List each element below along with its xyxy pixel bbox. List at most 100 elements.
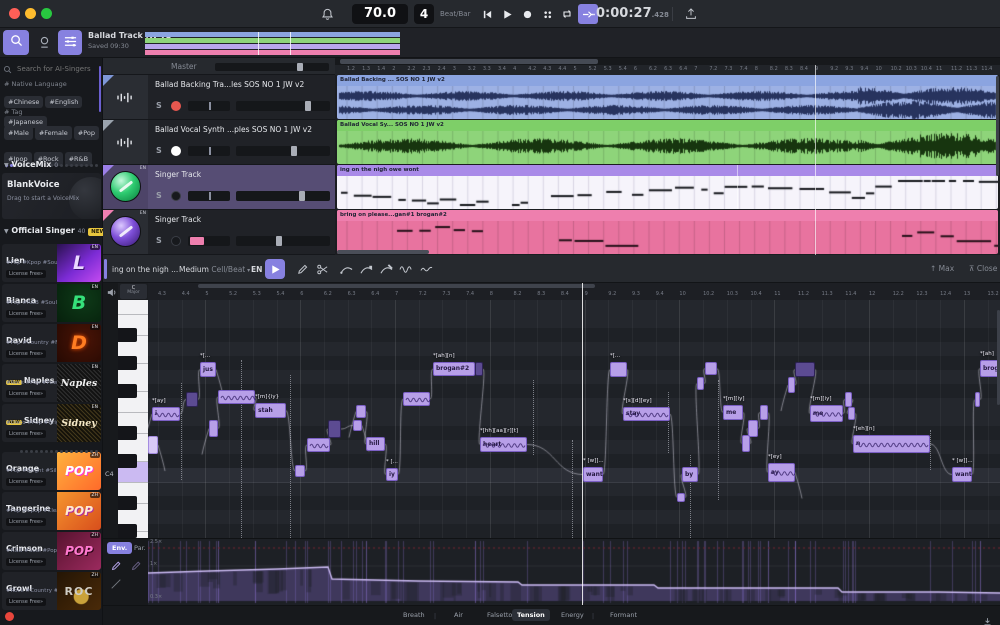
clip-track-2[interactable]: Ballad Vocal Sy... SOS NO 1 JW v2 xyxy=(337,120,998,164)
param-anchor-pen-icon[interactable] xyxy=(129,559,143,573)
arrangement-bottom-scroll-thumb[interactable] xyxy=(337,250,429,254)
singer-card-tangerine[interactable]: Tangerine#Pop #Cpop #CleaLicense Free»PO… xyxy=(2,492,101,530)
pencil-tool-button[interactable] xyxy=(292,259,312,279)
close-editor-button[interactable]: ⊼ Close xyxy=(969,264,997,273)
midi-note[interactable]: me xyxy=(810,405,843,422)
solo-button[interactable]: S xyxy=(156,146,162,155)
tempo-value[interactable]: 70.0 xyxy=(352,4,408,24)
tag-chip[interactable]: #Pop xyxy=(74,126,99,140)
arrangement-ruler[interactable]: 1.21.31.422.22.32.433.23.33.444.24.34.45… xyxy=(335,65,1000,75)
midi-note[interactable] xyxy=(705,362,717,375)
piano-keyboard[interactable] xyxy=(118,300,148,538)
arrangement-v-scroll-thumb[interactable] xyxy=(996,76,999,176)
piano-roll-grid[interactable]: i*[ay]jus*[...stah*[m]{iy}hilliy* [...br… xyxy=(148,300,1000,538)
midi-note[interactable]: stay xyxy=(623,407,670,421)
volume-thumb[interactable] xyxy=(291,146,297,156)
singer-search-input[interactable] xyxy=(15,64,95,74)
midi-note[interactable] xyxy=(788,377,795,393)
grid-button[interactable] xyxy=(538,4,556,24)
pan-slider[interactable] xyxy=(188,146,230,156)
roll-h-scroll-thumb[interactable] xyxy=(198,284,595,288)
language-tag-chip[interactable]: #Chinese xyxy=(4,96,43,108)
sidebar-scrollbar-thumb[interactable] xyxy=(99,66,101,112)
midi-note[interactable] xyxy=(845,392,852,407)
master-volume-slider[interactable] xyxy=(215,63,329,71)
black-key[interactable] xyxy=(118,524,137,538)
play-button[interactable] xyxy=(498,4,516,24)
minimize-window-button[interactable] xyxy=(25,8,36,19)
midi-note[interactable]: stah xyxy=(255,403,286,418)
search-bar[interactable] xyxy=(3,62,97,76)
black-key[interactable] xyxy=(118,328,137,342)
record-panel-icon[interactable] xyxy=(32,30,56,55)
midi-note[interactable] xyxy=(748,420,758,437)
track-header-row[interactable]: ENSinger TrackS xyxy=(103,165,335,210)
midi-note[interactable] xyxy=(475,362,483,376)
midi-note[interactable]: me xyxy=(723,405,743,420)
loop-button[interactable] xyxy=(558,4,576,24)
song-overview-strip[interactable] xyxy=(145,32,400,55)
param-tab-tension[interactable]: Tension xyxy=(512,609,550,621)
black-key[interactable] xyxy=(118,356,137,370)
zoom-window-button[interactable] xyxy=(41,8,52,19)
maximize-editor-button[interactable]: ↑ Max xyxy=(930,264,954,273)
clip-track-4[interactable]: bring on please...gan#1 brogan#2 xyxy=(337,210,998,254)
midi-note[interactable] xyxy=(356,405,366,418)
official-singer-header[interactable]: ▼ Official Singer 40 NEW 8 xyxy=(4,226,114,235)
pan-slider[interactable] xyxy=(188,191,230,201)
tag-chip[interactable]: #Male xyxy=(4,126,33,140)
pitch-hold-tool-button[interactable] xyxy=(356,259,376,279)
track-list-button[interactable] xyxy=(58,30,82,55)
beats-per-bar-value[interactable]: 4 xyxy=(414,4,434,24)
export-icon[interactable] xyxy=(682,5,700,23)
singer-card-lien[interactable]: Lien#Pop #Kpop #Soul #License Free»LEN xyxy=(2,244,101,282)
pitch-pen-tool-button[interactable] xyxy=(336,259,356,279)
midi-note[interactable]: i xyxy=(152,407,180,421)
record-button[interactable] xyxy=(518,4,536,24)
singer-card-bianca[interactable]: Bianca#Pop #R&B #Soul #License Free»BEN xyxy=(2,284,101,322)
midi-note[interactable]: heart xyxy=(480,437,527,452)
midi-note[interactable]: iy xyxy=(386,468,398,481)
pagination-dots[interactable] xyxy=(4,438,100,457)
midi-note[interactable] xyxy=(742,435,750,452)
clip-header[interactable] xyxy=(337,165,998,176)
param-line-icon[interactable] xyxy=(109,577,123,591)
volume-thumb[interactable] xyxy=(299,191,305,201)
track-header-row[interactable]: Ballad Backing Tra...les SOS NO 1 JW v2S xyxy=(103,75,335,120)
midi-note[interactable] xyxy=(295,465,305,477)
midi-note[interactable] xyxy=(353,420,362,431)
midi-note[interactable] xyxy=(610,362,627,377)
volume-slider[interactable] xyxy=(236,146,330,156)
mute-dot[interactable] xyxy=(171,146,181,156)
midi-note[interactable] xyxy=(186,392,198,407)
midi-note[interactable] xyxy=(760,405,768,420)
mute-dot[interactable] xyxy=(171,101,181,111)
pointer-tool-button[interactable] xyxy=(265,259,285,279)
singer-card-naples[interactable]: NEWNaples#Rock #Pop #PoweLicense Free»Na… xyxy=(2,364,101,402)
skip-start-button[interactable] xyxy=(478,4,496,24)
singer-card-sidney[interactable]: NEWSidney#Disco #Pop #BrighLicense Free»… xyxy=(2,404,101,442)
midi-note[interactable] xyxy=(218,390,255,404)
track-header-row[interactable]: ENSinger TrackS xyxy=(103,210,335,255)
track-icon-cell[interactable]: EN xyxy=(103,165,148,209)
param-tab-energy[interactable]: Energy xyxy=(556,609,589,621)
blankvoice-card[interactable]: BlankVoiceDrag to start a VoiceMix xyxy=(2,173,101,219)
pitch-erase-tool-button[interactable] xyxy=(376,259,396,279)
midi-note[interactable]: by xyxy=(682,467,698,482)
pan-slider[interactable] xyxy=(188,236,230,246)
track-icon-cell[interactable] xyxy=(103,75,148,119)
master-volume-thumb[interactable] xyxy=(297,63,303,71)
track-header-row[interactable]: Ballad Vocal Synth ...ples SOS NO 1 JW v… xyxy=(103,120,335,165)
midi-note[interactable] xyxy=(975,392,980,407)
bell-icon[interactable] xyxy=(318,5,336,23)
midi-note[interactable]: ay xyxy=(768,463,795,482)
midi-note[interactable] xyxy=(677,493,685,502)
param-tab-air[interactable]: Air xyxy=(449,609,468,621)
midi-note[interactable] xyxy=(848,407,855,420)
singer-card-crimson[interactable]: Crimson#R&B #Soul #Pop #License Free»POP… xyxy=(2,532,101,570)
track-icon-cell[interactable] xyxy=(103,120,148,164)
scissors-tool-button[interactable] xyxy=(312,259,332,279)
midi-note[interactable] xyxy=(307,438,330,452)
mute-dot[interactable] xyxy=(171,236,181,246)
singer-card-growl[interactable]: Growl#Rock #Country #License Free»ROCZH xyxy=(2,572,101,610)
